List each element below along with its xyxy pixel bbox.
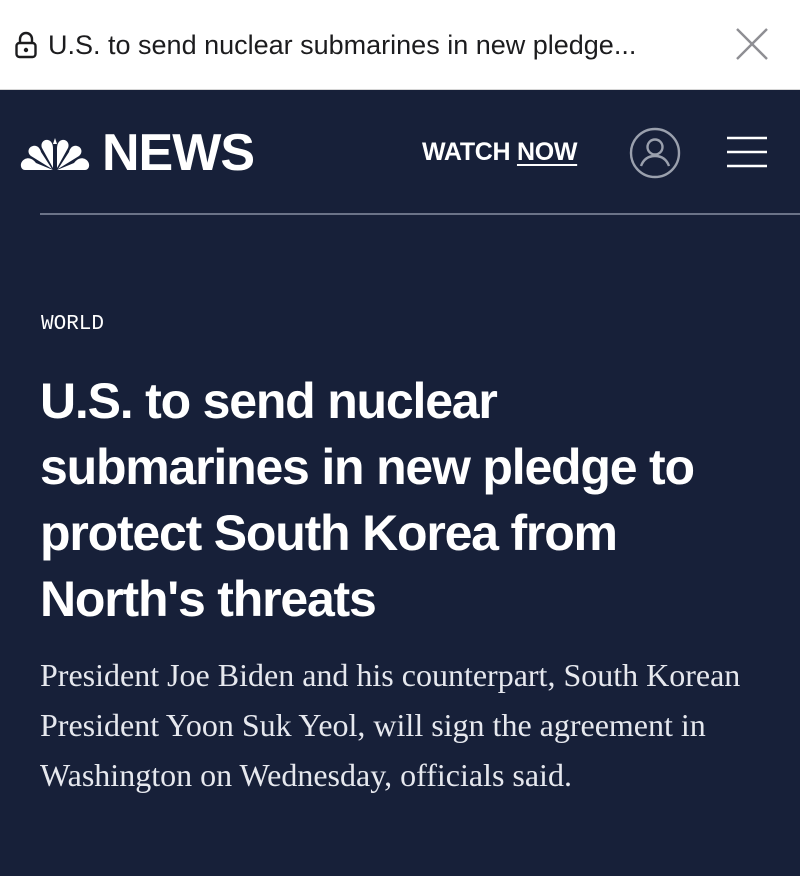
watch-now-link[interactable]: WATCH NOW	[422, 136, 577, 168]
page-title: U.S. to send nuclear submarines in new p…	[48, 30, 637, 60]
brand-wordmark[interactable]: NEWS	[102, 124, 255, 182]
watch-label: WATCH	[422, 138, 511, 166]
section-label[interactable]: WORLD	[41, 312, 104, 338]
close-icon[interactable]	[730, 25, 774, 65]
hamburger-menu-icon[interactable]	[726, 134, 768, 170]
article-headline: U.S. to send nuclear submarines in new p…	[40, 373, 695, 627]
nbc-peacock-icon[interactable]	[20, 130, 90, 174]
lock-icon	[15, 31, 37, 59]
user-icon[interactable]	[628, 126, 682, 180]
article-dek: President Joe Biden and his counterpart,…	[40, 657, 741, 793]
header-divider	[40, 213, 800, 215]
now-label: NOW	[516, 138, 578, 166]
browser-top-bar: U.S. to send nuclear submarines in new p…	[0, 0, 800, 90]
